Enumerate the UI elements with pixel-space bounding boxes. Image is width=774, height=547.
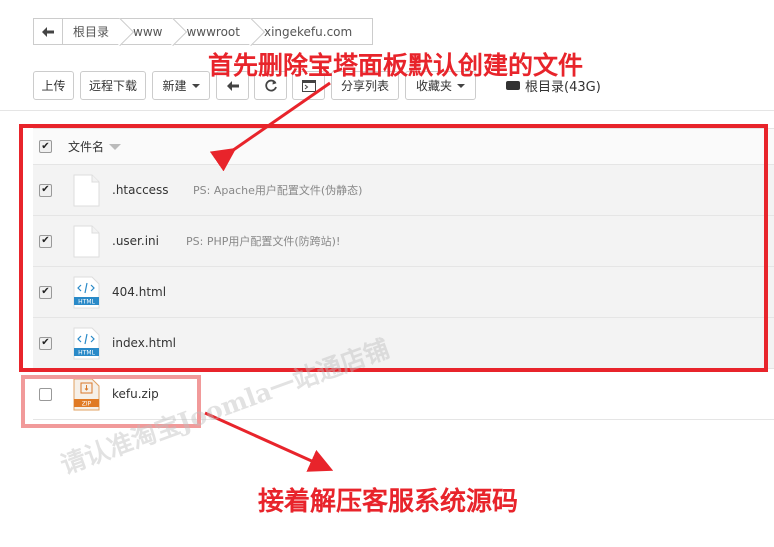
arrow-to-files xyxy=(209,81,331,172)
annotation-bottom: 接着解压客服系统源码 xyxy=(258,487,519,517)
annotation-arrows xyxy=(204,81,334,472)
annotation-top: 首先删除宝塔面板默认创建的文件 xyxy=(208,51,584,80)
